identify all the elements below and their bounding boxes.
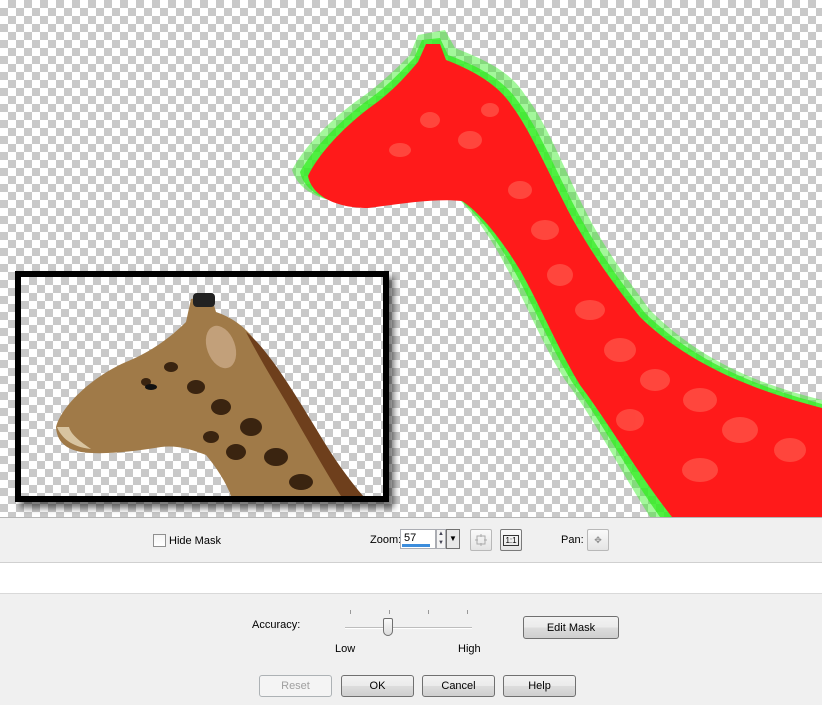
ok-label: OK [369, 680, 386, 692]
help-button[interactable]: Help [503, 675, 576, 697]
edit-mask-button[interactable]: Edit Mask [523, 616, 619, 639]
slider-tick [467, 610, 468, 614]
reset-button[interactable]: Reset [259, 675, 332, 697]
cancel-label: Cancel [441, 680, 476, 692]
zoom-label: Zoom: [370, 534, 402, 546]
mask-canvas[interactable] [0, 0, 822, 517]
accuracy-slider-thumb[interactable] [383, 618, 393, 636]
edit-mask-label: Edit Mask [546, 621, 596, 634]
chevron-down-icon: ▼ [449, 534, 457, 543]
accuracy-slider-track[interactable] [345, 627, 472, 629]
hide-mask-label[interactable]: Hide Mask [169, 535, 221, 547]
cancel-button[interactable]: Cancel [422, 675, 495, 697]
accuracy-label: Accuracy: [252, 619, 301, 631]
pan-label: Pan: [561, 534, 584, 546]
settings-panel: Accuracy: Low High Edit Mask Reset OK Ca… [0, 594, 822, 705]
zoom-input[interactable]: 57 [400, 529, 436, 549]
view-toolbar: Hide Mask Zoom: 57 ▲ ▼ ▼ 1:1 Pan: ✥ [0, 517, 822, 563]
pan-button[interactable]: ✥ [587, 529, 609, 551]
accuracy-high-label: High [458, 643, 481, 655]
hide-mask-option[interactable]: Hide Mask [153, 534, 221, 547]
accuracy-low-label: Low [335, 643, 356, 655]
fit-to-window-icon [475, 534, 487, 546]
zoom-dropdown-button[interactable]: ▼ [446, 529, 460, 549]
preview-thumbnail [15, 271, 389, 502]
move-cross-icon: ✥ [594, 534, 602, 545]
ok-button[interactable]: OK [341, 675, 414, 697]
spacer-band [0, 563, 822, 594]
zoom-spinner[interactable]: ▲ ▼ [436, 529, 446, 549]
hide-mask-checkbox[interactable] [153, 534, 166, 547]
giraffe-preview-image [56, 293, 363, 496]
actual-size-icon: 1:1 [503, 534, 519, 546]
slider-tick [350, 610, 351, 614]
spin-up-icon[interactable]: ▲ [437, 530, 445, 539]
actual-size-button[interactable]: 1:1 [500, 529, 522, 551]
help-label: Help [528, 680, 551, 692]
fit-to-window-button[interactable] [470, 529, 492, 551]
reset-label: Reset [281, 680, 310, 692]
slider-tick [389, 610, 390, 614]
slider-tick [428, 610, 429, 614]
spin-down-icon[interactable]: ▼ [437, 539, 445, 548]
zoom-value[interactable]: 57 [404, 532, 416, 544]
